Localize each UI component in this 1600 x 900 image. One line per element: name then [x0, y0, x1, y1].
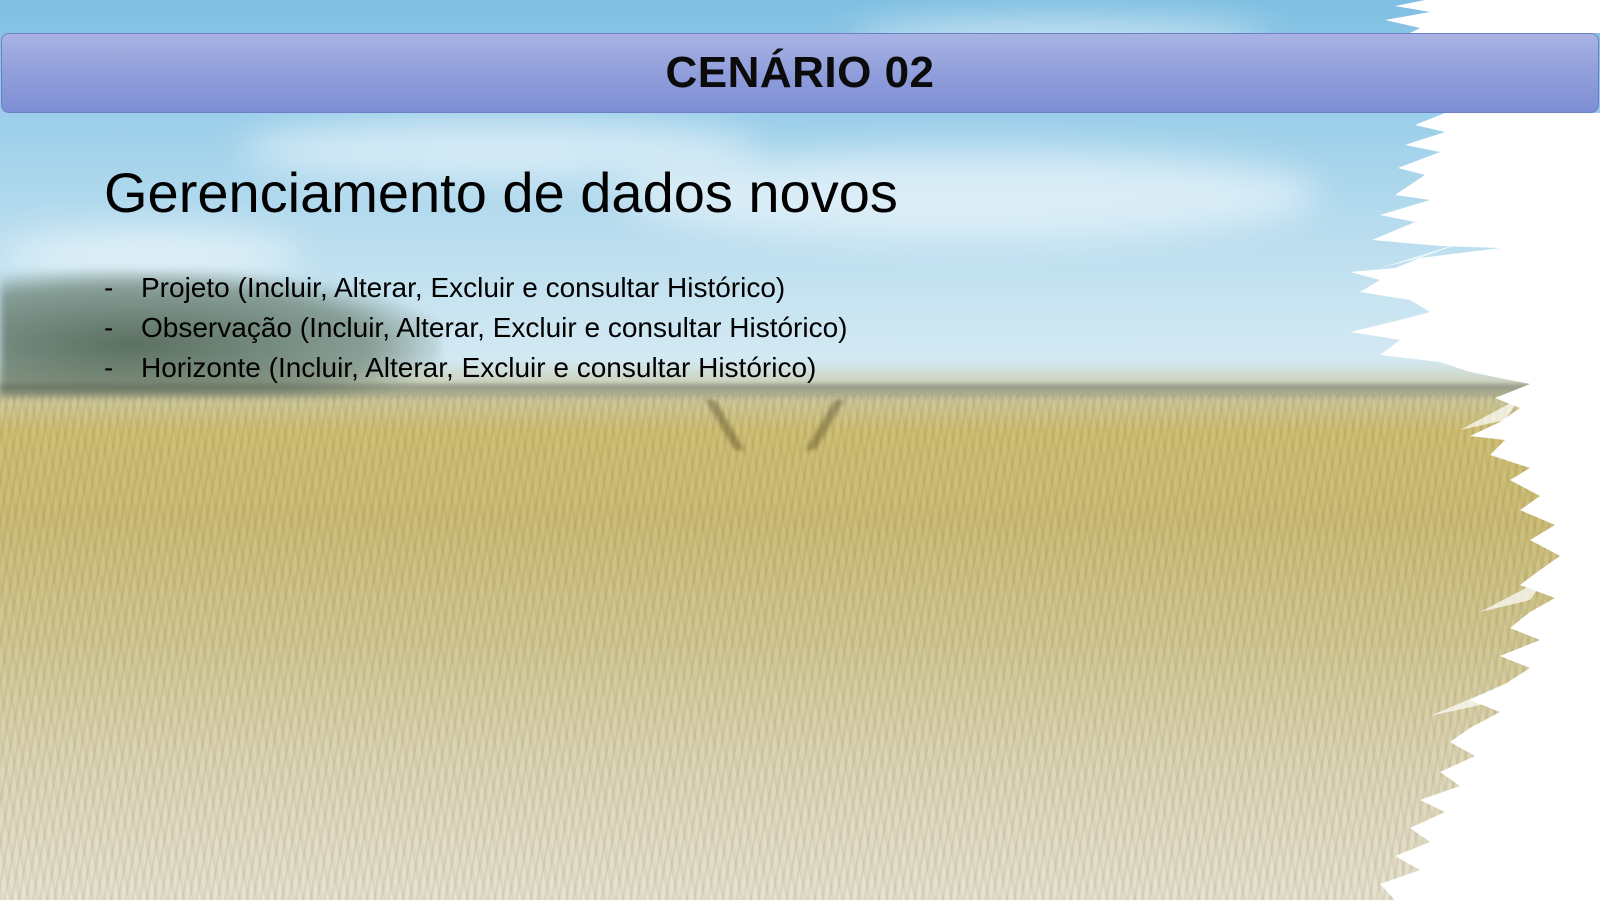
dash-bullet: -: [104, 272, 114, 303]
list-item: - Observação (Incluir, Alterar, Excluir …: [104, 312, 847, 352]
list-item-text: Observação (Incluir, Alterar, Excluir e …: [141, 312, 848, 343]
scenario-title: CENÁRIO 02: [665, 48, 935, 97]
bullet-list: - Projeto (Incluir, Alterar, Excluir e c…: [104, 272, 847, 392]
dash-bullet: -: [104, 352, 114, 383]
brush-stroke-edge: [1350, 0, 1600, 900]
list-item-text: Horizonte (Incluir, Alterar, Excluir e c…: [141, 352, 817, 383]
slide: CENÁRIO 02 Gerenciamento de dados novos …: [0, 0, 1600, 900]
title-bar: CENÁRIO 02: [1, 33, 1599, 113]
list-item: - Projeto (Incluir, Alterar, Excluir e c…: [104, 272, 847, 312]
list-item-text: Projeto (Incluir, Alterar, Excluir e con…: [141, 272, 786, 303]
slide-heading: Gerenciamento de dados novos: [104, 161, 898, 224]
dash-bullet: -: [104, 312, 114, 343]
list-item: - Horizonte (Incluir, Alterar, Excluir e…: [104, 352, 847, 392]
